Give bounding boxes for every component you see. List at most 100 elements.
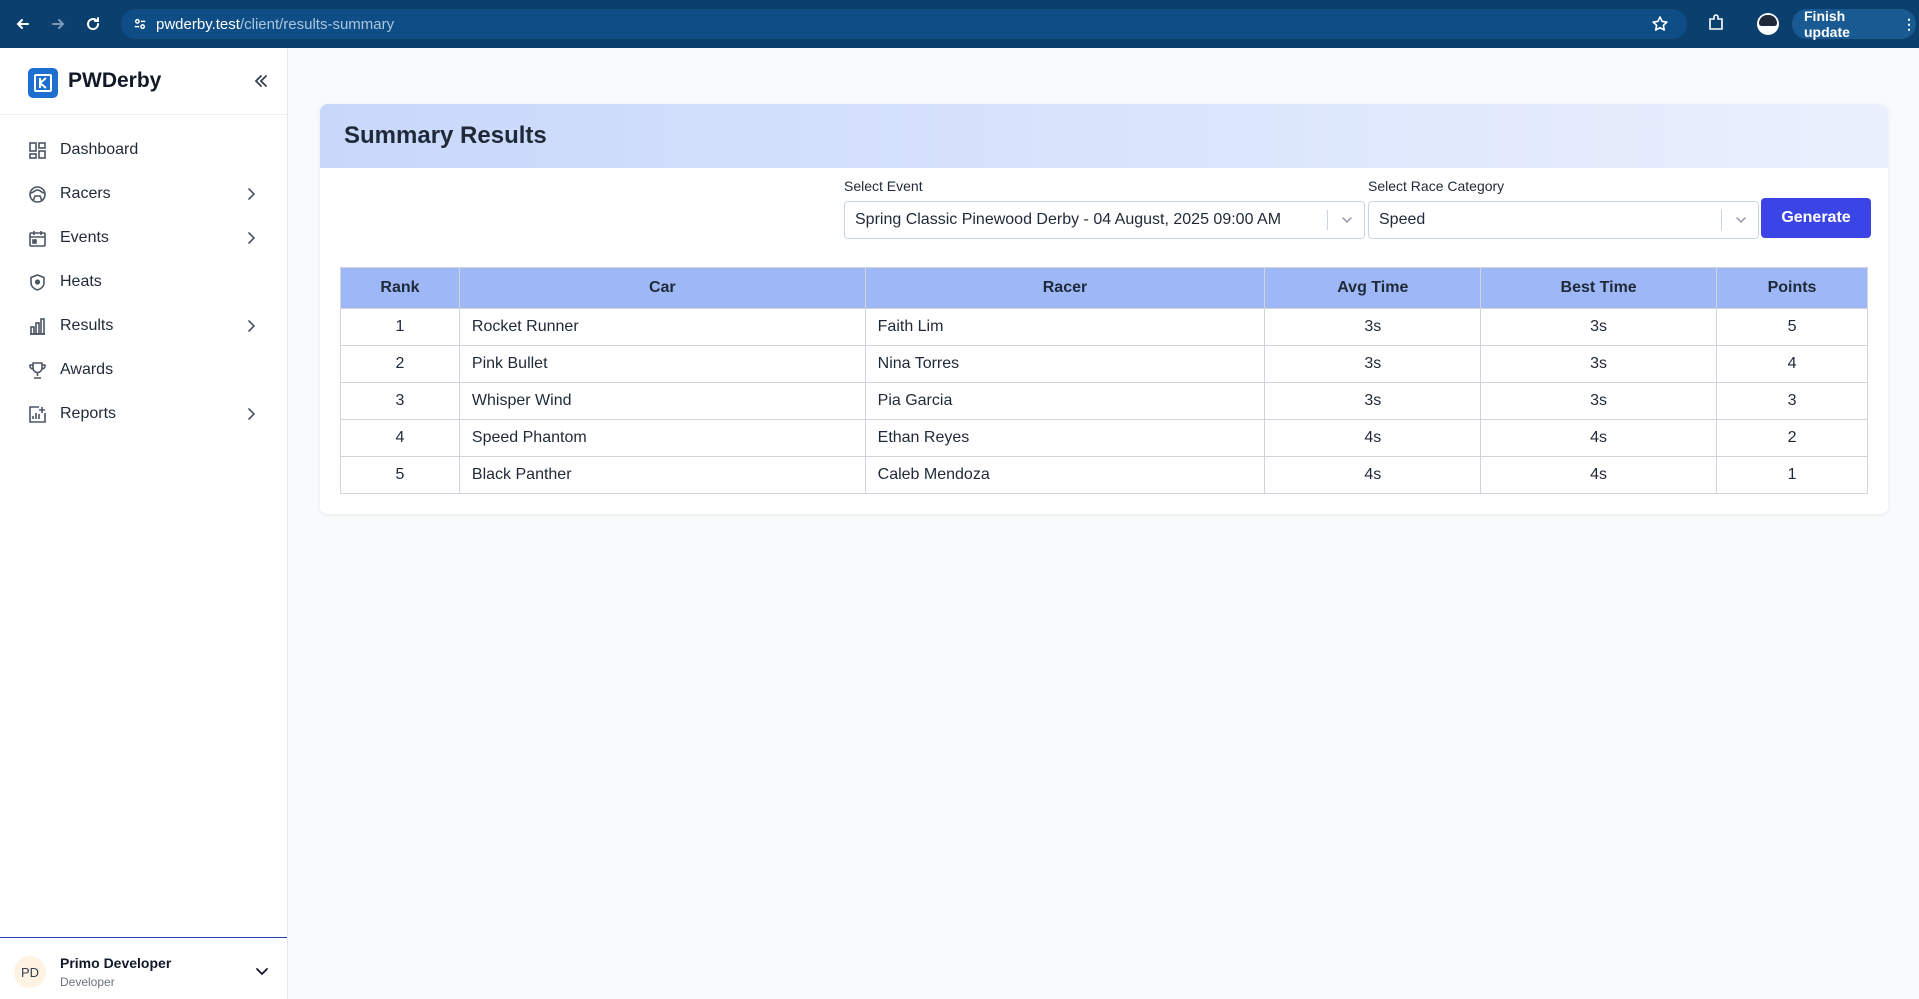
sidebar-item-label: Dashboard	[60, 141, 139, 158]
category-select[interactable]: Speed	[1368, 201, 1759, 239]
shield-icon	[28, 273, 47, 292]
table-row: 4 Speed Phantom Ethan Reyes 4s 4s 2	[340, 419, 1868, 457]
chevron-right-icon	[244, 187, 258, 201]
sidebar-item-awards[interactable]: Awards	[0, 348, 287, 392]
best-time-cell: 4s	[1480, 419, 1718, 457]
racer-cell: Faith Lim	[864, 308, 1266, 346]
more-options-icon[interactable]: ⋮	[1902, 16, 1916, 33]
sidebar-menu: Dashboard Racers Events Heats Results Aw…	[0, 128, 287, 436]
sidebar-item-events[interactable]: Events	[0, 216, 287, 260]
column-header-car[interactable]: Car	[458, 267, 866, 309]
finish-update-label: Finish update	[1804, 8, 1850, 40]
calendar-icon	[28, 229, 47, 248]
rank-cell: 5	[340, 456, 460, 494]
car-cell: Speed Phantom	[458, 419, 866, 457]
browser-toolbar: pwderby.test/client/results-summary Fini…	[0, 0, 1919, 48]
avg-time-cell: 3s	[1264, 345, 1482, 383]
column-header-best-time[interactable]: Best Time	[1480, 267, 1718, 309]
best-time-cell: 4s	[1480, 456, 1718, 494]
avg-time-cell: 4s	[1264, 456, 1482, 494]
chevron-right-icon	[244, 319, 258, 333]
column-header-avg-time[interactable]: Avg Time	[1264, 267, 1482, 309]
back-icon[interactable]	[10, 11, 36, 37]
select-separator	[1721, 210, 1722, 230]
chevron-right-icon	[244, 231, 258, 245]
sidebar-item-label: Events	[60, 229, 109, 246]
category-select-label: Select Race Category	[1368, 178, 1505, 194]
sidebar-item-label: Heats	[60, 273, 102, 290]
table-row: 5 Black Panther Caleb Mendoza 4s 4s 1	[340, 456, 1868, 494]
site-info-icon[interactable]	[130, 14, 150, 34]
points-cell: 5	[1716, 308, 1868, 346]
rank-cell: 3	[340, 382, 460, 420]
user-role: Developer	[60, 975, 115, 989]
reload-icon[interactable]	[80, 11, 106, 37]
sidebar-item-heats[interactable]: Heats	[0, 260, 287, 304]
select-separator	[1327, 210, 1328, 230]
car-cell: Rocket Runner	[458, 308, 866, 346]
racer-cell: Caleb Mendoza	[864, 456, 1266, 494]
sidebar-item-label: Results	[60, 317, 114, 334]
avg-time-cell: 3s	[1264, 308, 1482, 346]
dashboard-icon	[28, 141, 47, 160]
url-text: pwderby.test/client/results-summary	[156, 16, 394, 33]
card-header: Summary Results	[320, 104, 1888, 168]
generate-button[interactable]: Generate	[1761, 198, 1871, 238]
car-cell: Pink Bullet	[458, 345, 866, 383]
racer-cell: Pia Garcia	[864, 382, 1266, 420]
profile-avatar[interactable]	[1757, 13, 1779, 35]
event-select[interactable]: Spring Classic Pinewood Derby - 04 Augus…	[844, 201, 1365, 239]
points-cell: 2	[1716, 419, 1868, 457]
chevron-down-icon[interactable]	[1340, 213, 1354, 227]
bar-chart-icon	[28, 317, 47, 336]
column-header-racer[interactable]: Racer	[864, 267, 1266, 309]
table-row: 3 Whisper Wind Pia Garcia 3s 3s 3	[340, 382, 1868, 420]
url-host: pwderby.test	[156, 15, 240, 33]
sidebar-item-racers[interactable]: Racers	[0, 172, 287, 216]
best-time-cell: 3s	[1480, 382, 1718, 420]
sidebar-item-reports[interactable]: Reports	[0, 392, 287, 436]
brand: PWDerby	[0, 48, 287, 115]
page-title: Summary Results	[344, 122, 547, 149]
table-row: 1 Rocket Runner Faith Lim 3s 3s 5	[340, 308, 1868, 346]
racer-cell: Nina Torres	[864, 345, 1266, 383]
rank-cell: 2	[340, 345, 460, 383]
finish-update-button[interactable]: Finish update ⋮	[1792, 8, 1916, 40]
best-time-cell: 3s	[1480, 345, 1718, 383]
brand-logo-icon[interactable]	[28, 68, 58, 98]
sidebar-item-results[interactable]: Results	[0, 304, 287, 348]
car-cell: Whisper Wind	[458, 382, 866, 420]
points-cell: 4	[1716, 345, 1868, 383]
brand-name: PWDerby	[68, 69, 162, 92]
sidebar-item-label: Awards	[60, 361, 114, 378]
best-time-cell: 3s	[1480, 308, 1718, 346]
extensions-icon[interactable]	[1706, 13, 1726, 33]
rank-cell: 4	[340, 419, 460, 457]
address-bar[interactable]: pwderby.test/client/results-summary	[121, 9, 1687, 39]
user-menu[interactable]: PD Primo Developer Developer	[0, 937, 287, 999]
collapse-sidebar-icon[interactable]	[252, 72, 270, 90]
summary-results-card: Summary Results Select Event Spring Clas…	[320, 104, 1888, 514]
column-header-points[interactable]: Points	[1716, 267, 1868, 309]
avatar: PD	[14, 956, 46, 988]
chevron-down-icon[interactable]	[1734, 213, 1748, 227]
racers-icon	[28, 185, 47, 204]
avg-time-cell: 3s	[1264, 382, 1482, 420]
column-header-rank[interactable]: Rank	[340, 267, 460, 309]
table-header-row: Rank Car Racer Avg Time Best Time Points	[340, 267, 1868, 309]
results-table: Rank Car Racer Avg Time Best Time Points…	[340, 267, 1868, 494]
sidebar-item-label: Reports	[60, 405, 117, 422]
chevron-down-icon[interactable]	[255, 964, 269, 978]
bookmark-star-icon[interactable]	[1651, 15, 1669, 33]
report-icon	[28, 405, 47, 424]
table-row: 2 Pink Bullet Nina Torres 3s 3s 4	[340, 345, 1868, 383]
trophy-icon	[28, 361, 47, 380]
category-select-value: Speed	[1379, 211, 1426, 228]
forward-icon[interactable]	[45, 11, 71, 37]
sidebar-item-label: Racers	[60, 185, 111, 202]
event-select-value: Spring Classic Pinewood Derby - 04 Augus…	[855, 211, 1282, 228]
points-cell: 3	[1716, 382, 1868, 420]
rank-cell: 1	[340, 308, 460, 346]
chevron-right-icon	[244, 407, 258, 421]
sidebar-item-dashboard[interactable]: Dashboard	[0, 128, 287, 172]
